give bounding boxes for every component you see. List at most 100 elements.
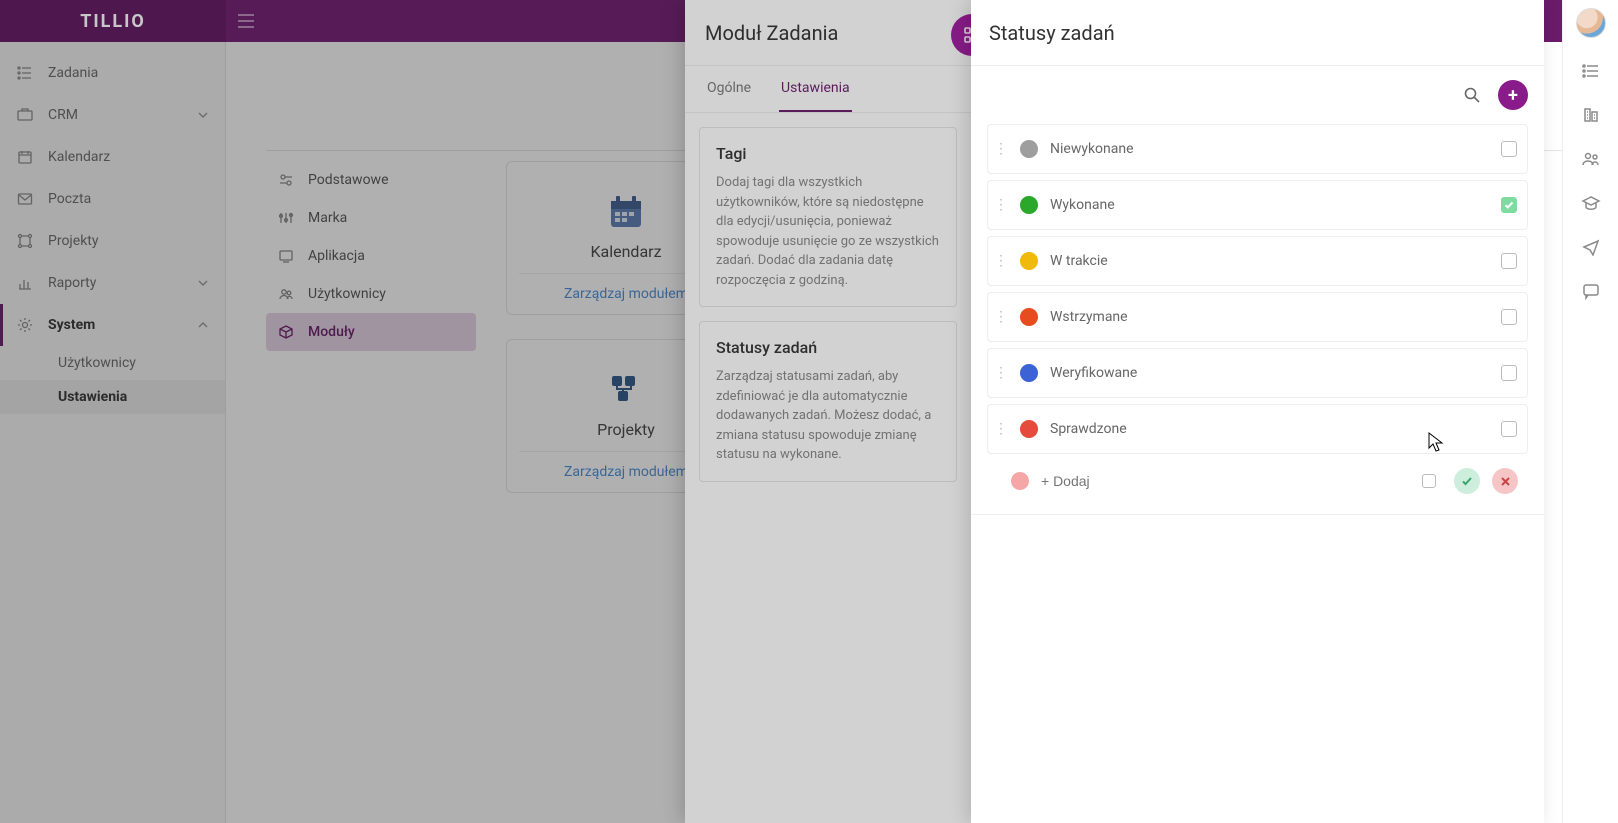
- status-label: Niewykonane: [1050, 141, 1134, 157]
- sidebar-item-zadania[interactable]: Zadania: [0, 52, 225, 94]
- status-label: Sprawdzone: [1050, 421, 1127, 437]
- drag-handle-icon[interactable]: ⋮: [994, 365, 1008, 381]
- status-color-dot[interactable]: [1020, 420, 1038, 438]
- panel-statusy: Statusy zadań + ⋮ Niewykonane ⋮ Wykonane ⋮ W …: [971, 0, 1544, 823]
- brand-logo: TILLIO: [0, 0, 226, 42]
- settings-nav-icon: [278, 172, 296, 188]
- sidebar-item-label: Kalendarz: [48, 149, 110, 165]
- drag-handle-icon[interactable]: ⋮: [994, 421, 1008, 437]
- search-icon[interactable]: [1458, 81, 1486, 109]
- chevron-up-icon: [197, 319, 209, 331]
- rail-list-icon[interactable]: [1580, 60, 1602, 82]
- panel-card-desc: Dodaj tagi dla wszystkich użytkowników, …: [716, 173, 940, 290]
- sidebar-item-raporty[interactable]: Raporty: [0, 262, 225, 304]
- sidebar-item-kalendarz[interactable]: Kalendarz: [0, 136, 225, 178]
- status-row[interactable]: ⋮ Wykonane: [987, 180, 1528, 230]
- sidebar-subitem-uzytkownicy[interactable]: Użytkownicy: [0, 346, 225, 380]
- sidebar-item-system[interactable]: System: [0, 304, 225, 346]
- status-checkbox[interactable]: [1501, 197, 1517, 213]
- panel-card-title: Tagi: [716, 144, 940, 163]
- panel-card-tagi[interactable]: Tagi Dodaj tagi dla wszystkich użytkowni…: [699, 127, 957, 307]
- gear-icon: [16, 316, 34, 334]
- drag-handle-icon[interactable]: ⋮: [994, 141, 1008, 157]
- hamburger-icon[interactable]: [226, 0, 266, 42]
- panel-statusy-header: Statusy zadań: [971, 0, 1544, 66]
- projects-large-icon: [602, 366, 650, 414]
- settings-nav-moduly[interactable]: Moduły: [266, 313, 476, 351]
- cube-icon: [278, 324, 296, 340]
- sidebar-item-crm[interactable]: CRM: [0, 94, 225, 136]
- status-row[interactable]: ⋮ Sprawdzone: [987, 404, 1528, 454]
- add-status-row: [987, 462, 1528, 500]
- sidebar: Zadania CRM Kalendarz Poczta: [0, 42, 226, 823]
- sidebar-item-poczta[interactable]: Poczta: [0, 178, 225, 220]
- status-label: Wykonane: [1050, 197, 1115, 213]
- right-rail: [1562, 0, 1618, 823]
- panel-module-header: Moduł Zadania: [685, 0, 971, 66]
- settings-nav-uzytkownicy[interactable]: Użytkownicy: [266, 275, 476, 313]
- sidebar-item-label: Poczta: [48, 191, 91, 207]
- status-color-dot[interactable]: [1020, 364, 1038, 382]
- sidebar-item-label: Projekty: [48, 233, 99, 249]
- sliders-icon: [278, 210, 296, 226]
- users-icon: [278, 286, 296, 302]
- panel-statusy-title: Statusy zadań: [989, 21, 1115, 45]
- status-label: Wstrzymane: [1050, 309, 1128, 325]
- panel-module-title: Moduł Zadania: [705, 21, 838, 45]
- crm-icon: [16, 106, 34, 124]
- panel-card-desc: Zarządzaj statusami zadań, aby zdefiniow…: [716, 367, 940, 465]
- status-color-dot[interactable]: [1020, 308, 1038, 326]
- sidebar-item-label: CRM: [48, 107, 78, 123]
- status-checkbox[interactable]: [1501, 365, 1517, 381]
- calendar-icon: [16, 148, 34, 166]
- settings-nav-aplikacja[interactable]: Aplikacja: [266, 237, 476, 275]
- list-icon: [16, 64, 34, 82]
- status-checkbox[interactable]: [1501, 421, 1517, 437]
- status-color-dot[interactable]: [1020, 252, 1038, 270]
- panel-card-title: Statusy zadań: [716, 338, 940, 357]
- settings-nav-marka[interactable]: Marka: [266, 199, 476, 237]
- calendar-large-icon: [602, 188, 650, 236]
- panel-card-statusy[interactable]: Statusy zadań Zarządzaj statusami zadań,…: [699, 321, 957, 482]
- add-status-button[interactable]: +: [1498, 80, 1528, 110]
- rail-chat-icon[interactable]: [1580, 280, 1602, 302]
- rail-users-icon[interactable]: [1580, 148, 1602, 170]
- settings-nav-podstawowe[interactable]: Podstawowe: [266, 161, 476, 199]
- mail-icon: [16, 190, 34, 208]
- status-color-dot[interactable]: [1020, 196, 1038, 214]
- drag-handle-icon[interactable]: ⋮: [994, 197, 1008, 213]
- projects-icon: [16, 232, 34, 250]
- sidebar-item-label: System: [48, 317, 95, 333]
- status-row[interactable]: ⋮ Wstrzymane: [987, 292, 1528, 342]
- rail-graduation-icon[interactable]: [1580, 192, 1602, 214]
- rail-building-icon[interactable]: [1580, 104, 1602, 126]
- sidebar-item-projekty[interactable]: Projekty: [0, 220, 225, 262]
- status-label: W trakcie: [1050, 253, 1108, 269]
- status-row[interactable]: ⋮ W trakcie: [987, 236, 1528, 286]
- user-avatar[interactable]: [1576, 8, 1606, 38]
- drag-handle-icon[interactable]: ⋮: [994, 253, 1008, 269]
- drag-handle-icon[interactable]: ⋮: [994, 309, 1008, 325]
- status-color-dot[interactable]: [1020, 140, 1038, 158]
- panel-tab-ogolne[interactable]: Ogólne: [705, 66, 753, 112]
- cancel-add-button[interactable]: [1492, 468, 1518, 494]
- status-row[interactable]: ⋮ Niewykonane: [987, 124, 1528, 174]
- rail-send-icon[interactable]: [1580, 236, 1602, 258]
- settings-nav-label: Użytkownicy: [308, 286, 386, 302]
- sidebar-subitem-ustawienia[interactable]: Ustawienia: [0, 380, 225, 414]
- confirm-add-button[interactable]: [1454, 468, 1480, 494]
- panel-module-tabs: Ogólne Ustawienia: [685, 66, 971, 113]
- status-checkbox[interactable]: [1501, 309, 1517, 325]
- status-list: ⋮ Niewykonane ⋮ Wykonane ⋮ W trakcie ⋮ Wstrzyma…: [971, 124, 1544, 454]
- settings-nav-label: Podstawowe: [308, 172, 389, 188]
- status-checkbox[interactable]: [1501, 253, 1517, 269]
- chevron-down-icon: [197, 277, 209, 289]
- status-checkbox[interactable]: [1501, 141, 1517, 157]
- new-status-checkbox[interactable]: [1422, 474, 1436, 488]
- new-status-color-dot[interactable]: [1011, 472, 1029, 490]
- new-status-input[interactable]: [1041, 473, 1410, 489]
- status-row[interactable]: ⋮Weryfikowane: [987, 348, 1528, 398]
- app-icon: [278, 248, 296, 264]
- sidebar-item-label: Raporty: [48, 275, 96, 291]
- panel-tab-ustawienia[interactable]: Ustawienia: [779, 66, 852, 112]
